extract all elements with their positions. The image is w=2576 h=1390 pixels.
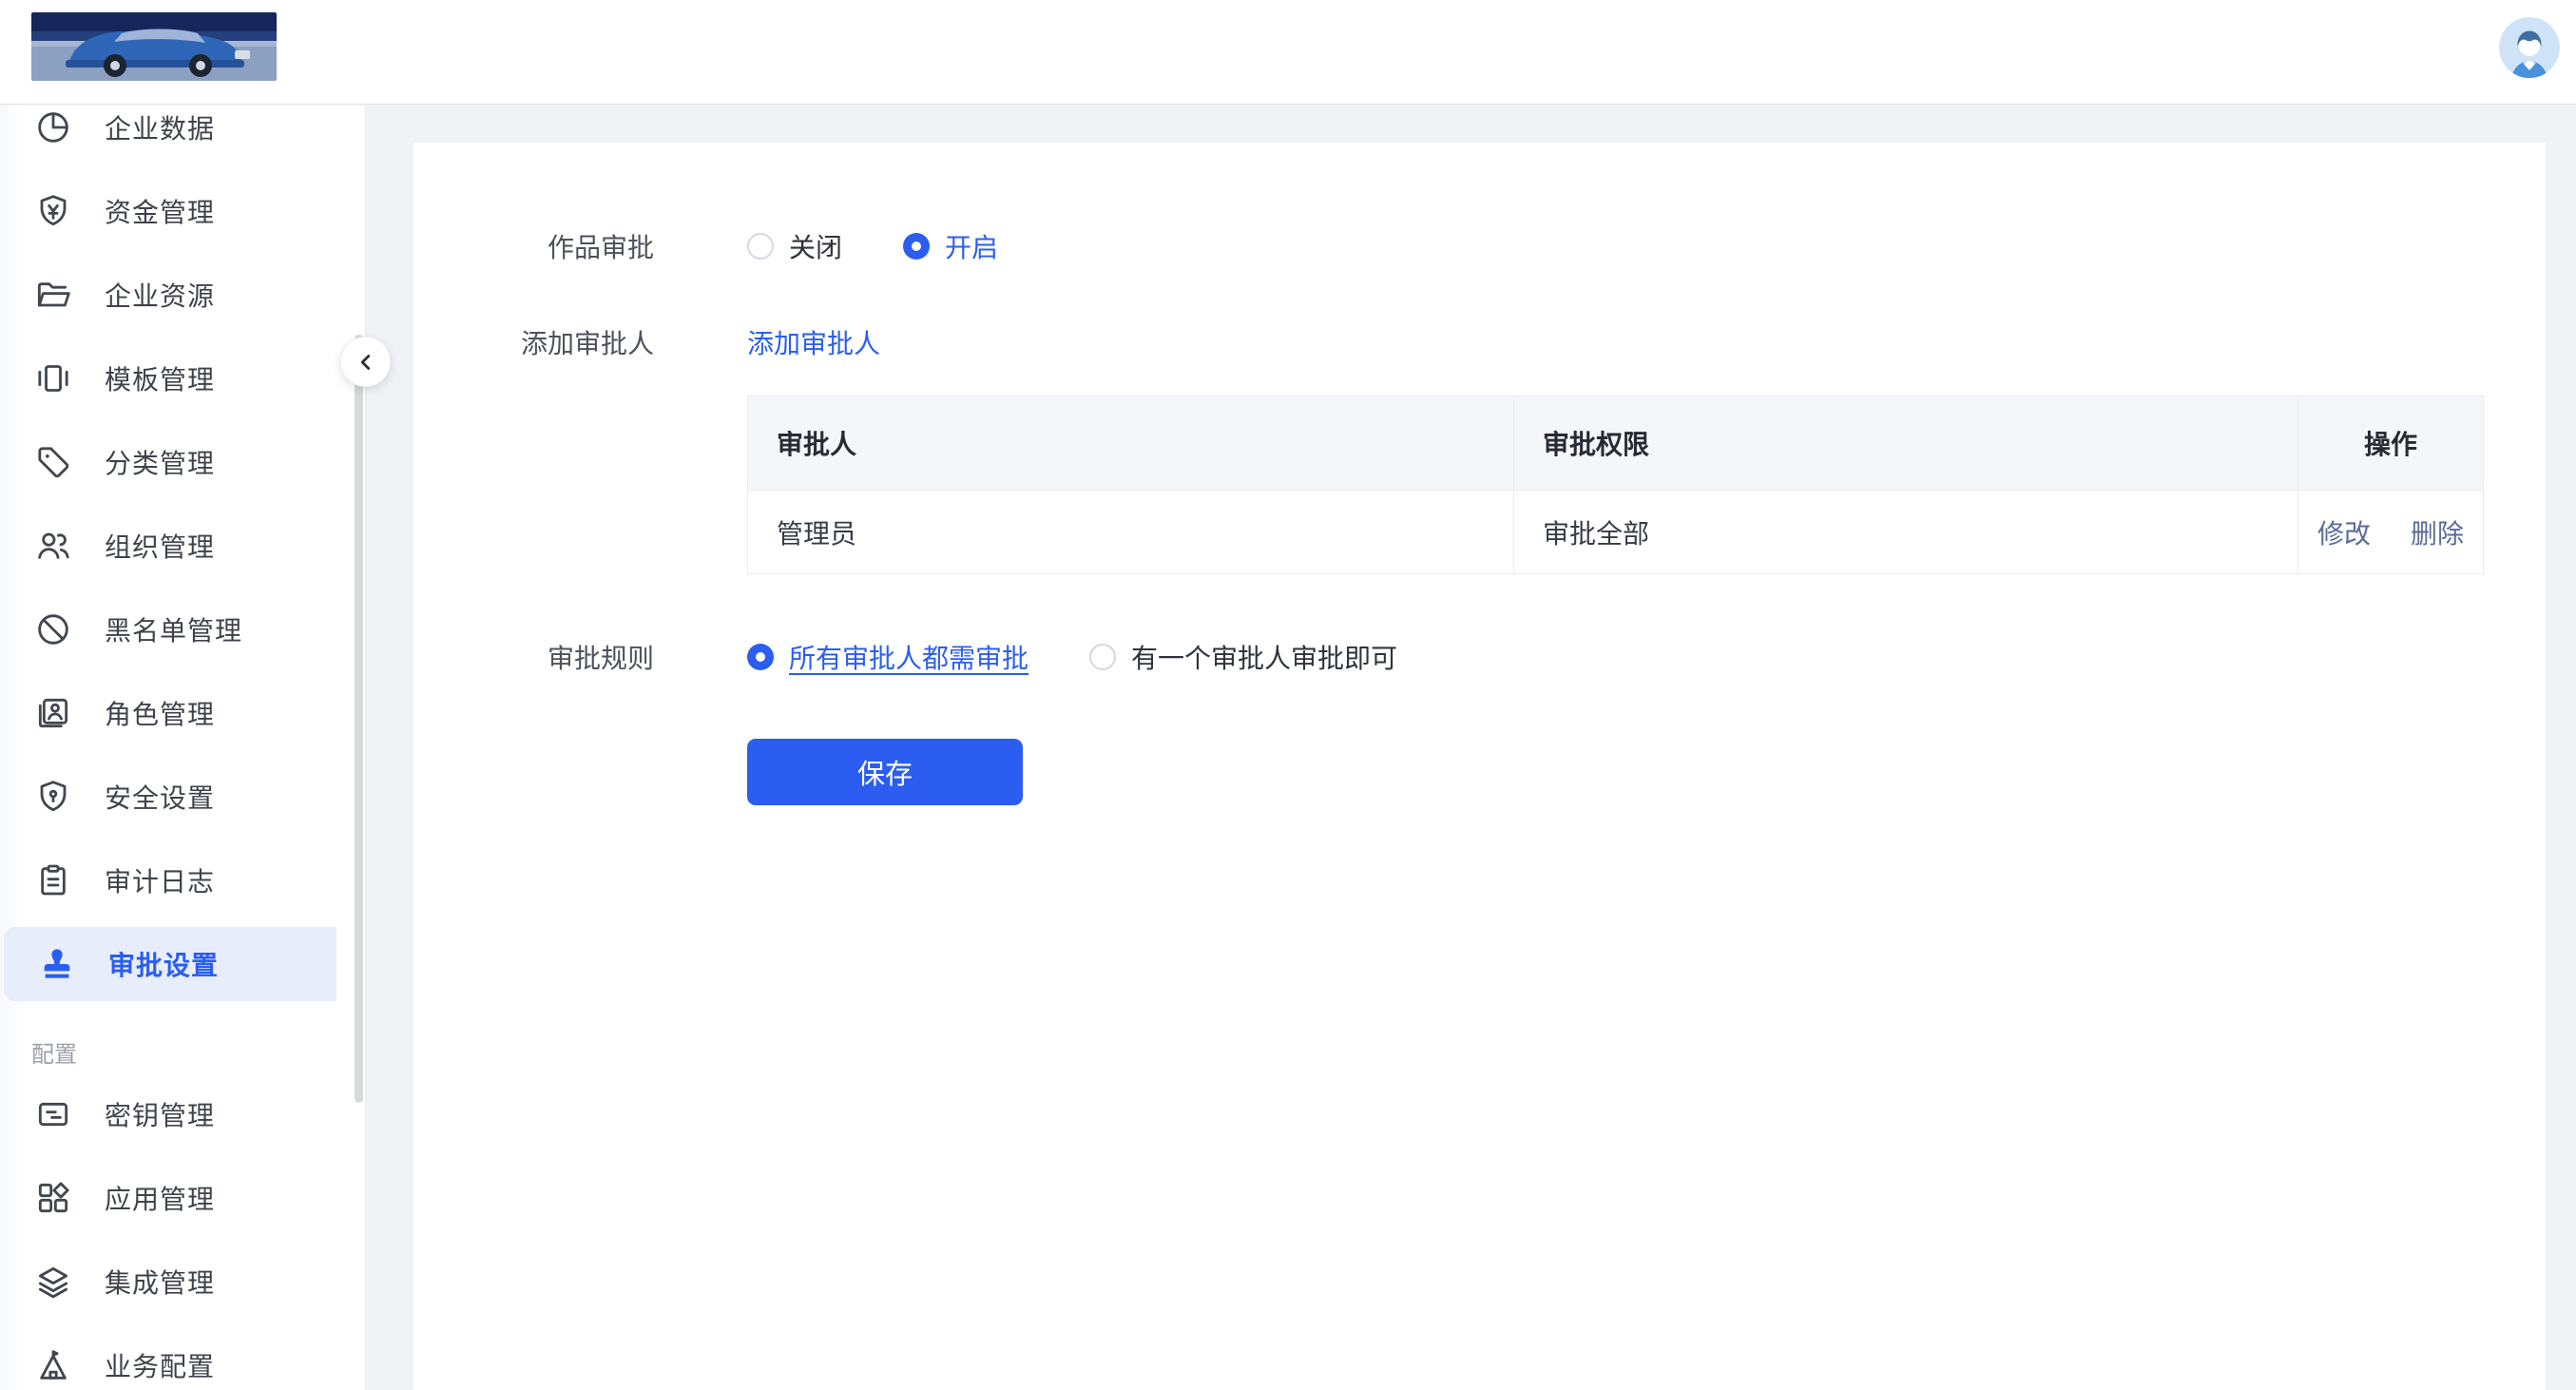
sidebar-item-security-settings[interactable]: 安全设置 <box>0 755 365 839</box>
table-row: 管理员 审批全部 修改 删除 <box>748 491 2483 573</box>
sidebar-item-enterprise-data[interactable]: 企业数据 <box>0 106 365 169</box>
sidebar-item-app-management[interactable]: 应用管理 <box>0 1156 365 1240</box>
users-icon <box>34 527 72 565</box>
sidebar-menu: 企业数据 资金管理 企业资源 模板管理 <box>0 106 365 1390</box>
radio-any-icon[interactable] <box>1089 644 1116 670</box>
table-header-permission: 审批权限 <box>1514 396 2298 490</box>
radio-all-label: 所有审批人都需审批 <box>789 638 1028 676</box>
sidebar-scrollbar-thumb[interactable] <box>355 335 363 1103</box>
pie-chart-icon <box>34 108 72 146</box>
radio-any-label: 有一个审批人审批即可 <box>1131 638 1397 676</box>
car-photo-icon <box>31 12 277 81</box>
shield-yen-icon <box>34 192 72 230</box>
cell-permission: 审批全部 <box>1514 491 2298 573</box>
sidebar-item-label: 集成管理 <box>105 1263 215 1301</box>
app-root: 企业数据 资金管理 企业资源 模板管理 <box>0 0 2576 1390</box>
radio-off-icon[interactable] <box>747 233 774 260</box>
sidebar-section-config: 配置 <box>0 1038 365 1072</box>
sidebar-item-audit-log[interactable]: 审计日志 <box>0 839 365 922</box>
tag-icon <box>34 443 72 481</box>
sidebar-item-label: 企业数据 <box>105 108 215 146</box>
sidebar-item-label: 黑名单管理 <box>105 610 242 648</box>
topbar <box>0 0 2576 105</box>
add-approver-label: 添加审批人 <box>413 323 747 361</box>
radio-option-off[interactable]: 关闭 <box>747 227 842 265</box>
sidebar-item-role-management[interactable]: 角色管理 <box>0 671 365 755</box>
cell-actions: 修改 删除 <box>2298 491 2483 573</box>
sidebar-item-template-management[interactable]: 模板管理 <box>0 337 365 420</box>
radio-all-icon[interactable] <box>747 644 774 670</box>
sidebar-item-label: 模板管理 <box>105 359 215 397</box>
stamp-icon <box>38 945 76 983</box>
table-header-actions: 操作 <box>2298 396 2483 490</box>
sidebar-item-label: 资金管理 <box>105 192 215 230</box>
sidebar-item-blacklist-management[interactable]: 黑名单管理 <box>0 588 365 671</box>
radio-off-label: 关闭 <box>789 227 842 265</box>
radio-option-any-approver[interactable]: 有一个审批人审批即可 <box>1089 638 1397 676</box>
sidebar-item-key-management[interactable]: 密钥管理 <box>0 1072 365 1156</box>
brand-logo[interactable] <box>31 12 277 81</box>
sidebar-item-label: 业务配置 <box>105 1346 215 1384</box>
sidebar-item-label: 角色管理 <box>105 694 215 732</box>
table-header-approver: 审批人 <box>748 396 1514 490</box>
approver-table: 审批人 审批权限 操作 管理员 审批全部 修改 删除 <box>747 396 2484 574</box>
sidebar-item-business-config[interactable]: 业务配置 <box>0 1323 365 1390</box>
shield-pin-icon <box>34 778 72 816</box>
template-icon <box>34 359 72 397</box>
sidebar-item-label: 审批设置 <box>108 945 219 983</box>
cell-approver: 管理员 <box>748 491 1514 573</box>
sidebar-item-organization-management[interactable]: 组织管理 <box>0 504 365 588</box>
sidebar-item-funds-management[interactable]: 资金管理 <box>0 169 365 253</box>
chevron-left-icon <box>354 350 378 375</box>
app-grid-icon <box>34 1179 72 1217</box>
work-approval-label: 作品审批 <box>413 227 747 265</box>
sidebar-item-approval-settings[interactable]: 审批设置 <box>0 922 365 1006</box>
sidebar-item-integration-management[interactable]: 集成管理 <box>0 1240 365 1323</box>
sidebar-item-label: 密钥管理 <box>105 1095 215 1133</box>
sidebar-item-label: 企业资源 <box>105 276 215 314</box>
layers-icon <box>34 1263 72 1301</box>
sidebar-item-label: 分类管理 <box>105 443 215 481</box>
ban-icon <box>34 610 72 648</box>
radio-on-label: 开启 <box>945 227 998 265</box>
id-badge-icon <box>34 694 72 732</box>
delete-link[interactable]: 删除 <box>2411 513 2464 551</box>
radio-option-all-approvers[interactable]: 所有审批人都需审批 <box>747 638 1028 676</box>
sidebar-item-category-management[interactable]: 分类管理 <box>0 420 365 504</box>
radio-on-icon[interactable] <box>903 233 930 260</box>
avatar-person-icon <box>2499 17 2560 78</box>
user-avatar[interactable] <box>2499 17 2560 78</box>
work-approval-row: 作品审批 关闭 开启 <box>413 218 2546 275</box>
add-approver-link[interactable]: 添加审批人 <box>747 323 880 361</box>
sitemap-icon <box>34 1346 72 1384</box>
sidebar-item-enterprise-resources[interactable]: 企业资源 <box>0 253 365 337</box>
sidebar-item-label: 审计日志 <box>105 861 215 899</box>
clipboard-icon <box>34 861 72 899</box>
sidebar: 企业数据 资金管理 企业资源 模板管理 <box>0 106 366 1390</box>
edit-link[interactable]: 修改 <box>2317 513 2371 551</box>
approval-settings-form: 作品审批 关闭 开启 添加审批人 添加审批人 审批人 审批权限 <box>413 143 2546 805</box>
key-card-icon <box>34 1095 72 1133</box>
folder-open-icon <box>34 276 72 314</box>
table-header-row: 审批人 审批权限 操作 <box>748 396 2483 491</box>
approval-settings-panel: 作品审批 关闭 开启 添加审批人 添加审批人 审批人 审批权限 <box>413 143 2546 1390</box>
sidebar-collapse-button[interactable] <box>340 337 391 387</box>
save-button[interactable]: 保存 <box>747 739 1023 805</box>
radio-option-on[interactable]: 开启 <box>903 227 998 265</box>
sidebar-item-label: 安全设置 <box>105 778 215 816</box>
approval-rule-label: 审批规则 <box>413 638 747 676</box>
sidebar-item-label: 应用管理 <box>105 1179 215 1217</box>
sidebar-item-label: 组织管理 <box>105 527 215 565</box>
approval-rule-row: 审批规则 所有审批人都需审批 有一个审批人审批即可 <box>413 628 2546 685</box>
add-approver-row: 添加审批人 添加审批人 <box>413 314 2546 371</box>
